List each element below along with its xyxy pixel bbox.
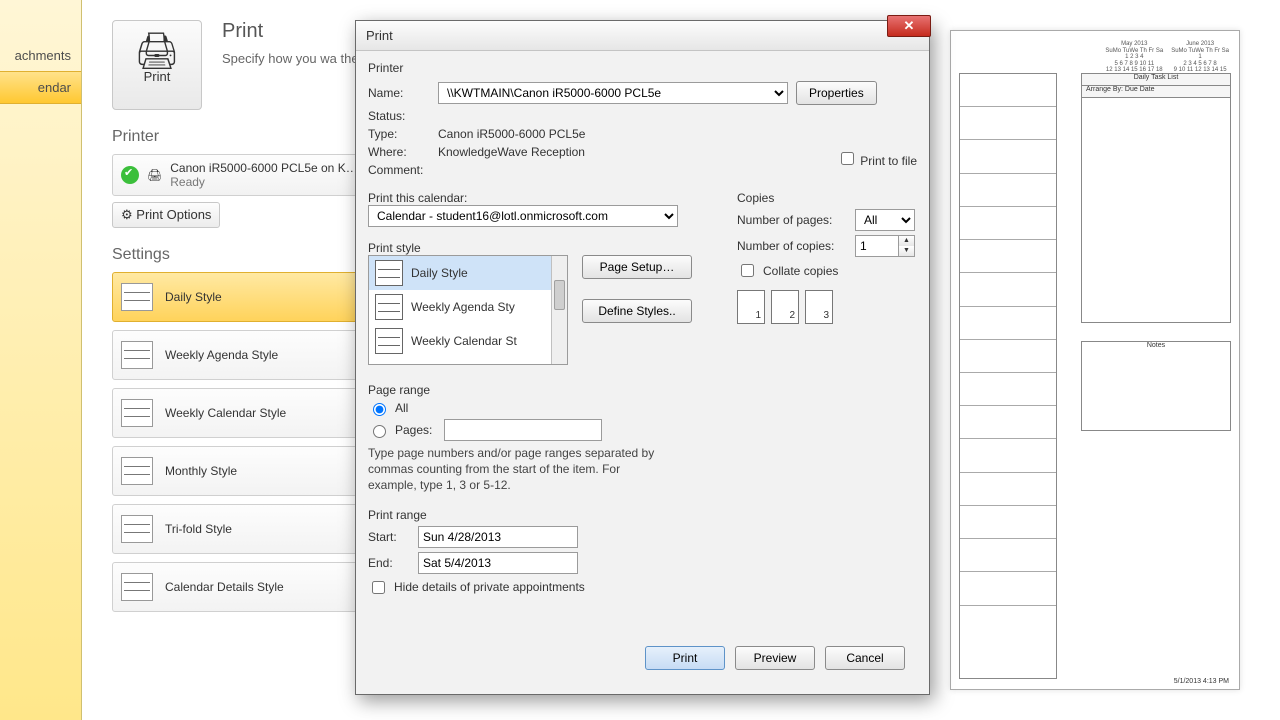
style-label: Weekly Agenda Style — [165, 348, 278, 362]
page-range-hint: Type page numbers and/or page ranges sep… — [368, 445, 668, 494]
comment-label: Comment: — [368, 163, 430, 177]
style-icon — [121, 573, 153, 601]
style-thumb-icon — [375, 260, 403, 286]
printer-name-select[interactable]: \\KWTMAIN\Canon iR5000-6000 PCL5e — [438, 82, 788, 104]
where-label: Where: — [368, 145, 430, 159]
style-icon — [121, 283, 153, 311]
style-icon — [121, 515, 153, 543]
where-value: KnowledgeWave Reception — [438, 145, 585, 159]
print-options-button[interactable]: ⚙ Print Options — [112, 202, 220, 228]
collate-checkbox[interactable] — [741, 264, 754, 277]
define-styles-button[interactable]: Define Styles.. — [582, 299, 692, 323]
print-options-label: Print Options — [136, 207, 211, 222]
page-range-all-radio[interactable] — [373, 403, 386, 416]
backstage-item[interactable]: achments — [0, 40, 81, 71]
print-calendar-label: Print this calendar: — [368, 191, 707, 205]
preview-notes: Notes — [1081, 341, 1231, 431]
type-value: Canon iR5000-6000 PCL5e — [438, 127, 585, 141]
print-to-file[interactable]: Print to file — [837, 154, 917, 168]
style-listbox[interactable]: Daily Style Weekly Agenda Sty Weekly Cal… — [368, 255, 568, 365]
collate-option[interactable]: Collate copies — [737, 261, 917, 280]
num-copies-label: Number of copies: — [737, 239, 847, 253]
style-scrollbar[interactable] — [551, 256, 567, 364]
dialog-preview-button[interactable]: Preview — [735, 646, 815, 670]
printer-status: Ready — [170, 175, 357, 189]
style-label: Monthly Style — [165, 464, 237, 478]
page-range-pages[interactable]: Pages: — [368, 419, 917, 441]
preview-footer: 5/1/2013 4:13 PM — [1174, 678, 1229, 685]
preview-timeslots — [959, 73, 1057, 679]
style-label: Weekly Calendar Style — [165, 406, 286, 420]
style-item-daily[interactable]: Daily Style — [369, 256, 567, 290]
style-icon — [121, 457, 153, 485]
page-range-all[interactable]: All — [368, 400, 917, 416]
name-label: Name: — [368, 86, 430, 100]
collate-diagram: 1 2 3 — [737, 290, 917, 324]
mini-month2-days: SuMo TuWe Th Fr Sa — [1171, 48, 1229, 55]
style-label: Calendar Details Style — [165, 580, 284, 594]
status-label: Status: — [368, 109, 430, 123]
mini-month1-days: SuMo TuWe Th Fr Sa — [1105, 48, 1163, 55]
print-range-label: Print range — [368, 508, 917, 522]
dialog-title: Print — [366, 28, 393, 43]
hide-private-option[interactable]: Hide details of private appointments — [368, 578, 917, 597]
hide-private-checkbox[interactable] — [372, 581, 385, 594]
dialog-cancel-button[interactable]: Cancel — [825, 646, 905, 670]
preview-tasklist: Daily Task List Arrange By: Due Date — [1081, 73, 1231, 323]
print-style-label: Print style — [368, 241, 707, 255]
style-label: Tri-fold Style — [165, 522, 232, 536]
spin-down-icon[interactable]: ▼ — [899, 246, 914, 256]
tasklist-title: Daily Task List — [1082, 74, 1230, 86]
print-to-file-checkbox[interactable] — [841, 152, 854, 165]
printer-name: Canon iR5000-6000 PCL5e on K… — [170, 161, 357, 175]
style-icon — [121, 341, 153, 369]
style-label: Daily Style — [165, 290, 222, 304]
close-icon: ✕ — [904, 18, 915, 33]
style-item-weekly-calendar[interactable]: Weekly Calendar St — [369, 324, 567, 358]
printer-icon: 🖨 — [113, 33, 201, 69]
num-pages-label: Number of pages: — [737, 213, 847, 227]
properties-button[interactable]: Properties — [796, 81, 877, 105]
end-date-input[interactable] — [418, 552, 578, 574]
dialog-titlebar: Print ✕ — [356, 21, 929, 51]
page-range-pages-radio[interactable] — [373, 425, 386, 438]
mini-month2: June 2013 — [1171, 41, 1229, 48]
print-dialog: Print ✕ Printer Name: \\KWTMAIN\Canon iR… — [355, 20, 930, 695]
notes-title: Notes — [1082, 342, 1230, 349]
backstage-item-selected[interactable]: endar — [0, 71, 81, 104]
style-thumb-icon — [375, 328, 403, 354]
pages-input[interactable] — [444, 419, 602, 441]
printer-section-title: Printer — [368, 61, 917, 75]
dialog-print-button[interactable]: Print — [645, 646, 725, 670]
spin-up-icon[interactable]: ▲ — [899, 236, 914, 246]
print-preview: May 2013 SuMo TuWe Th Fr Sa 1 2 3 45 6 7… — [950, 30, 1240, 690]
start-label: Start: — [368, 530, 410, 544]
mini-month1: May 2013 — [1105, 41, 1163, 48]
big-print-button[interactable]: 🖨 Print — [112, 20, 202, 110]
start-date-input[interactable] — [418, 526, 578, 548]
page-setup-button[interactable]: Page Setup… — [582, 255, 692, 279]
style-icon — [121, 399, 153, 427]
page-range-label: Page range — [368, 383, 917, 397]
num-copies-input[interactable] — [855, 235, 899, 257]
gear-icon: ⚙ — [121, 207, 133, 222]
num-copies-spinner[interactable]: ▲▼ — [855, 235, 915, 257]
close-button[interactable]: ✕ — [887, 15, 931, 37]
backstage-nav: achments endar — [0, 0, 82, 720]
copies-section-title: Copies — [737, 191, 917, 205]
style-item-weekly-agenda[interactable]: Weekly Agenda Sty — [369, 290, 567, 324]
end-label: End: — [368, 556, 410, 570]
style-thumb-icon — [375, 294, 403, 320]
printer-id-icon: 🖨 — [147, 168, 162, 182]
printer-status-icon — [121, 166, 139, 184]
arrange-by: Arrange By: Due Date — [1082, 86, 1230, 98]
calendar-select[interactable]: Calendar - student16@lotl.onmicrosoft.co… — [368, 205, 678, 227]
type-label: Type: — [368, 127, 430, 141]
num-pages-select[interactable]: All — [855, 209, 915, 231]
big-print-label: Print — [144, 69, 171, 84]
